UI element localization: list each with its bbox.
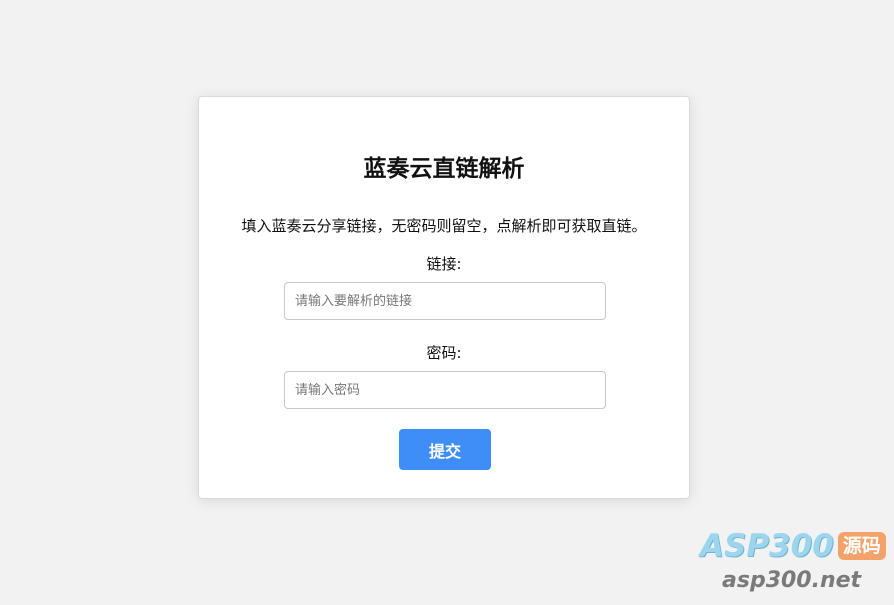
password-label: 密码:: [426, 344, 462, 362]
watermark-badge: 源码: [837, 532, 886, 560]
watermark-top-row: ASP300 源码: [700, 528, 886, 564]
submit-button[interactable]: 提交: [399, 429, 491, 470]
watermark-url: asp300.net: [722, 568, 862, 593]
instructions-text: 填入蓝奏云分享链接，无密码则留空，点解析即可获取直链。: [241, 217, 647, 235]
watermark-brand: ASP300: [700, 528, 834, 564]
link-label: 链接:: [426, 255, 462, 273]
watermark-logo: ASP300 源码 asp300.net: [700, 528, 894, 605]
password-input[interactable]: [284, 371, 606, 409]
link-input[interactable]: [284, 282, 606, 320]
page-title: 蓝奏云直链解析: [363, 156, 525, 182]
parse-form-card: 蓝奏云直链解析 填入蓝奏云分享链接，无密码则留空，点解析即可获取直链。 链接: …: [198, 96, 690, 499]
